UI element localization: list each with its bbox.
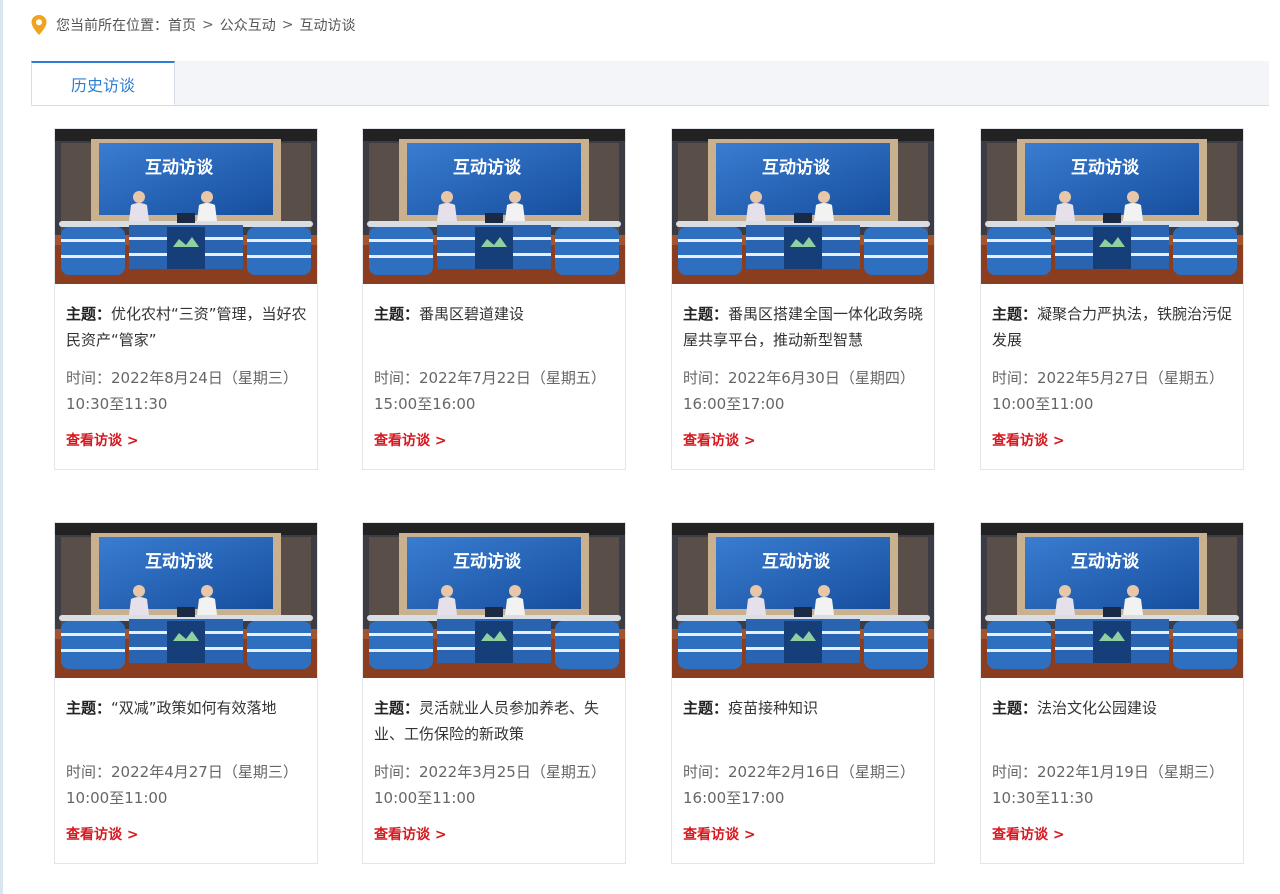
interview-time: 时间：2022年2月16日（星期三）16:00至17:00 <box>683 759 921 811</box>
interview-topic: 主题：法治文化公园建设 <box>992 695 1234 721</box>
view-interview-link[interactable]: 查看访谈 > <box>683 824 756 844</box>
time-label: 时间： <box>683 369 729 387</box>
time-label: 时间： <box>992 369 1038 387</box>
interview-time: 时间：2022年7月22日（星期五）15:00至16:00 <box>374 365 612 417</box>
interview-thumbnail[interactable]: 互动访谈 <box>55 523 317 678</box>
breadcrumb-separator: > <box>202 17 214 33</box>
topic-label: 主题： <box>374 699 420 717</box>
topic-label: 主题： <box>374 305 420 323</box>
interview-time: 时间：2022年3月25日（星期五）10:00至11:00 <box>374 759 612 811</box>
interview-topic: 主题：番禺区搭建全国一体化政务晓屋共享平台，推动新型智慧 <box>683 301 925 353</box>
interview-card-2: 互动访谈 主题：番禺区碧道建设 时间：2022年7月22日（星期五）15:00至… <box>362 128 626 470</box>
interview-card-6: 互动访谈 主题：灵活就业人员参加养老、失业、工伤保险的新政策 时间：2022年3… <box>362 522 626 864</box>
breadcrumb: 您当前所在位置： 首页 > 公众互动 > 互动访谈 <box>30 13 355 37</box>
time-label: 时间： <box>683 763 729 781</box>
thumbnail-title: 互动访谈 <box>762 551 831 572</box>
interview-card-5: 互动访谈 主题：“双减”政策如何有效落地 时间：2022年4月27日（星期三）1… <box>54 522 318 864</box>
thumbnail-title: 互动访谈 <box>1071 551 1140 572</box>
interview-topic: 主题：灵活就业人员参加养老、失业、工伤保险的新政策 <box>374 695 616 747</box>
thumbnail-title: 互动访谈 <box>1071 157 1140 178</box>
time-label: 时间： <box>66 763 112 781</box>
interview-topic: 主题：“双减”政策如何有效落地 <box>66 695 308 721</box>
interview-card-1: 互动访谈 主题：优化农村“三资”管理，当好农民资产“管家” 时间：2022年8月… <box>54 128 318 470</box>
topic-value: 法治文化公园建设 <box>1037 699 1158 717</box>
interview-card-7: 互动访谈 主题：疫苗接种知识 时间：2022年2月16日（星期三）16:00至1… <box>671 522 935 864</box>
breadcrumb-prefix: 您当前所在位置： <box>56 18 168 34</box>
tab-bar: 历史访谈 <box>31 61 1269 106</box>
breadcrumb-current[interactable]: 互动访谈 <box>299 15 355 35</box>
topic-label: 主题： <box>66 699 112 717</box>
breadcrumb-home[interactable]: 首页 <box>168 15 196 35</box>
topic-label: 主题： <box>992 305 1038 323</box>
interview-topic: 主题：疫苗接种知识 <box>683 695 925 721</box>
interview-card-4: 互动访谈 主题：凝聚合力严执法，铁腕治污促发展 时间：2022年5月27日（星期… <box>980 128 1244 470</box>
topic-value: 番禺区碧道建设 <box>419 305 525 323</box>
time-label: 时间： <box>66 369 112 387</box>
tab-history-interviews[interactable]: 历史访谈 <box>31 61 175 105</box>
thumbnail-title: 互动访谈 <box>453 551 522 572</box>
thumbnail-title: 互动访谈 <box>145 157 214 178</box>
breadcrumb-public-interaction[interactable]: 公众互动 <box>220 15 276 35</box>
view-interview-link[interactable]: 查看访谈 > <box>374 824 447 844</box>
location-pin-icon <box>31 15 47 35</box>
topic-label: 主题： <box>992 699 1038 717</box>
interview-thumbnail[interactable]: 互动访谈 <box>981 129 1243 284</box>
thumbnail-title: 互动访谈 <box>762 157 831 178</box>
interview-topic: 主题：番禺区碧道建设 <box>374 301 616 327</box>
interview-time: 时间：2022年5月27日（星期五）10:00至11:00 <box>992 365 1230 417</box>
interview-time: 时间：2022年8月24日（星期三）10:30至11:30 <box>66 365 304 417</box>
breadcrumb-separator: > <box>281 17 294 33</box>
view-interview-link[interactable]: 查看访谈 > <box>992 430 1065 450</box>
interview-thumbnail[interactable]: 互动访谈 <box>55 129 317 284</box>
time-label: 时间： <box>374 369 420 387</box>
interview-time: 时间：2022年4月27日（星期三）10:00至11:00 <box>66 759 304 811</box>
interview-thumbnail[interactable]: 互动访谈 <box>672 129 934 284</box>
view-interview-link[interactable]: 查看访谈 > <box>992 824 1065 844</box>
view-interview-link[interactable]: 查看访谈 > <box>683 430 756 450</box>
interview-time: 时间：2022年1月19日（星期三）10:30至11:30 <box>992 759 1230 811</box>
topic-label: 主题： <box>66 305 112 323</box>
time-label: 时间： <box>992 763 1038 781</box>
interview-thumbnail[interactable]: 互动访谈 <box>981 523 1243 678</box>
topic-value: “双减”政策如何有效落地 <box>111 699 277 717</box>
topic-label: 主题： <box>683 699 729 717</box>
view-interview-link[interactable]: 查看访谈 > <box>66 824 139 844</box>
interview-card-8: 互动访谈 主题：法治文化公园建设 时间：2022年1月19日（星期三）10:30… <box>980 522 1244 864</box>
interview-thumbnail[interactable]: 互动访谈 <box>363 129 625 284</box>
interview-topic: 主题：凝聚合力严执法，铁腕治污促发展 <box>992 301 1234 353</box>
view-interview-link[interactable]: 查看访谈 > <box>374 430 447 450</box>
topic-value: 疫苗接种知识 <box>728 699 819 717</box>
interview-card-3: 互动访谈 主题：番禺区搭建全国一体化政务晓屋共享平台，推动新型智慧 时间：202… <box>671 128 935 470</box>
topic-label: 主题： <box>683 305 729 323</box>
thumbnail-title: 互动访谈 <box>453 157 522 178</box>
time-label: 时间： <box>374 763 420 781</box>
interview-thumbnail[interactable]: 互动访谈 <box>672 523 934 678</box>
interview-thumbnail[interactable]: 互动访谈 <box>363 523 625 678</box>
interview-topic: 主题：优化农村“三资”管理，当好农民资产“管家” <box>66 301 308 353</box>
view-interview-link[interactable]: 查看访谈 > <box>66 430 139 450</box>
interview-time: 时间：2022年6月30日（星期四）16:00至17:00 <box>683 365 921 417</box>
thumbnail-title: 互动访谈 <box>145 551 214 572</box>
page-left-border <box>0 0 3 894</box>
